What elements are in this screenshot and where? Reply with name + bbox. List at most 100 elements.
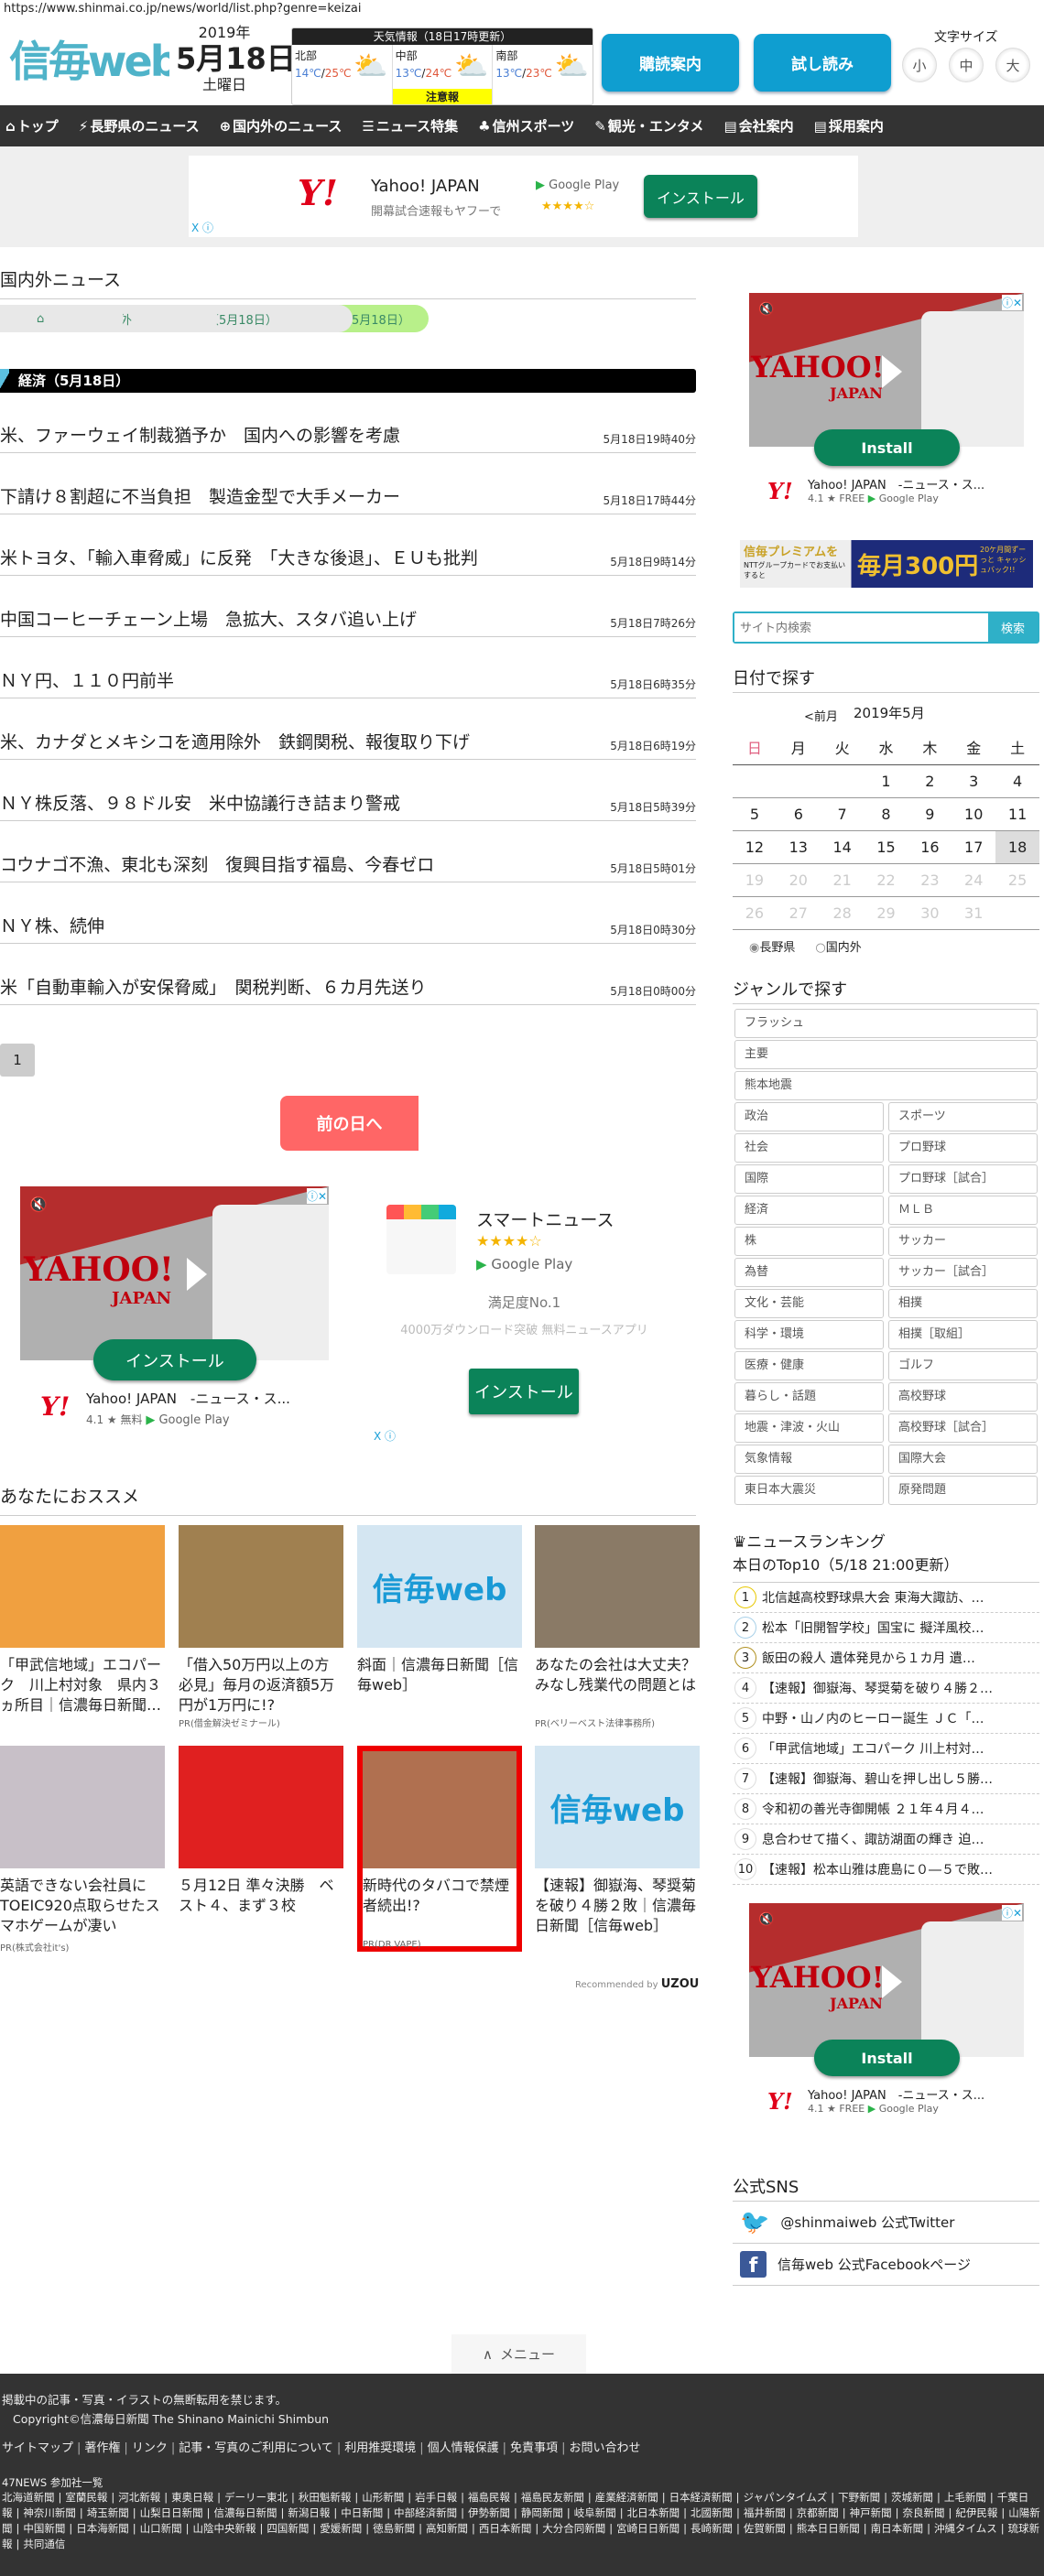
genre-button[interactable]: 暮らし・話題 [734, 1382, 884, 1412]
news-title[interactable]: コウナゴ不漁、東北も深刻 復興目指す福島、今春ゼロ [0, 851, 434, 876]
nav-item[interactable]: ▤ 採用案内 [814, 116, 884, 135]
member-link[interactable]: 大分合同新聞 [542, 2522, 605, 2535]
ranking-item[interactable]: 8 令和初の善光寺御開帳 ２１年４月４… [733, 1794, 1039, 1824]
calendar-day[interactable]: 13 [777, 831, 821, 863]
member-link[interactable]: 長崎新聞 [691, 2522, 733, 2535]
member-link[interactable]: 日本経済新聞 [669, 2491, 733, 2504]
genre-button[interactable]: プロ野球 [888, 1133, 1038, 1163]
news-item[interactable]: 下請け８割超に不当負担 製造金型で大手メーカー 5月18日17時44分 [0, 453, 696, 514]
menu-toggle-button[interactable]: ∧ メニュー [451, 2334, 586, 2374]
twitter-link[interactable]: 🐦 @shinmaiweb 公式Twitter [733, 2202, 1039, 2244]
recommend-thumbnail[interactable] [363, 1751, 517, 1868]
calendar-day[interactable]: 17 [952, 831, 995, 863]
recommend-card[interactable]: 「借入50万円以上の方必見」毎月の返済額5万円が1万円に!? PR(借金解決ゼミナ… [179, 1525, 343, 1729]
recommend-thumbnail[interactable] [179, 1746, 343, 1868]
recommend-card[interactable]: 信毎web 【速報】御嶽海、琴奨菊を破り４勝２敗｜信濃毎日新聞［信毎web］ [535, 1746, 700, 1952]
recommended-by[interactable]: Recommended by UZOU [575, 1977, 699, 1991]
genre-button[interactable]: 為替 [734, 1258, 884, 1287]
footer-link[interactable]: 記事・写真のご利用について [179, 2441, 333, 2455]
breadcrumb-home[interactable]: ⌂ [0, 305, 124, 332]
footer-link[interactable]: 利用推奨環境 [344, 2441, 416, 2455]
genre-button[interactable]: 高校野球 [888, 1382, 1038, 1412]
radio-domestic-intl[interactable]: ○国内外 [815, 941, 861, 955]
member-link[interactable]: 沖縄タイムス [934, 2522, 997, 2535]
genre-button[interactable]: スポーツ [888, 1102, 1038, 1131]
member-link[interactable]: 北國新聞 [691, 2506, 733, 2519]
member-link[interactable]: 山形新聞 [362, 2491, 404, 2504]
ranking-item[interactable]: 2 松本「旧開智学校」国宝に 擬洋風校… [733, 1613, 1039, 1643]
site-logo[interactable]: 信毎web [9, 37, 169, 86]
genre-button[interactable]: サッカー [888, 1227, 1038, 1256]
weather-widget[interactable]: 天気情報（18日17時更新） 北部 14℃/25℃ ⛅ 中部 13℃/24℃ ⛅ 注意報 南部… [291, 27, 593, 105]
radio-icon[interactable]: ◉ [749, 941, 759, 955]
genre-button[interactable]: 気象情報 [734, 1445, 884, 1474]
member-link[interactable]: 静岡新聞 [521, 2506, 563, 2519]
ranking-title[interactable]: 【速報】松本山雅は鹿島に０―５で敗… [762, 1860, 993, 1878]
mute-icon[interactable]: 🔇 [29, 1196, 48, 1213]
recommend-card[interactable]: 新時代のタバコで禁煙者続出!? PR(DR.VAPE) [357, 1746, 522, 1952]
member-link[interactable]: 産業経済新聞 [595, 2491, 658, 2504]
adchoices-icon[interactable]: ⓘ✕ [1001, 295, 1022, 310]
url-bar[interactable]: https://www.shinmai.co.jp/news/world/lis… [4, 2, 362, 16]
calendar-day[interactable]: 8 [865, 798, 908, 830]
genre-button[interactable]: プロ野球［試合］ [888, 1164, 1038, 1194]
recommend-thumbnail[interactable] [0, 1746, 165, 1868]
member-link[interactable]: 佐賀新聞 [744, 2522, 786, 2535]
calendar-day[interactable]: 2 [908, 765, 952, 797]
ranking-item[interactable]: 9 息合わせて描く、諏訪湖面の輝き 迫… [733, 1824, 1039, 1855]
member-link[interactable]: 神戸新聞 [850, 2506, 892, 2519]
member-link[interactable]: 河北新報 [118, 2491, 160, 2504]
member-link[interactable]: 東奥日報 [171, 2491, 213, 2504]
news-title[interactable]: ＮＹ株、続伸 [0, 913, 104, 937]
genre-button[interactable]: 国際 [734, 1164, 884, 1194]
member-link[interactable]: 福島民報 [468, 2491, 510, 2504]
member-link[interactable]: 日本海新聞 [76, 2522, 129, 2535]
footer-link[interactable]: お問い合わせ [569, 2441, 640, 2455]
member-link[interactable]: 北日本新聞 [627, 2506, 680, 2519]
footer-link[interactable]: 免責事項 [510, 2441, 558, 2455]
calendar-day[interactable]: 5 [733, 798, 777, 830]
member-link[interactable]: 中日新聞 [341, 2506, 383, 2519]
ranking-title[interactable]: 「甲武信地域」エコパーク 川上村対… [762, 1739, 984, 1758]
ranking-title[interactable]: 北信越高校野球県大会 東海大諏訪、… [762, 1588, 984, 1607]
recommend-caption[interactable]: 斜面｜信濃毎日新聞［信毎web］ [357, 1655, 522, 1716]
recommend-caption[interactable]: 「借入50万円以上の方必見」毎月の返済額5万円が1万円に!? [179, 1655, 343, 1716]
nav-item[interactable]: ☰ ニュース特集 [362, 116, 458, 135]
member-link[interactable]: 中部経済新聞 [394, 2506, 457, 2519]
member-link[interactable]: デーリー東北 [224, 2491, 288, 2504]
sidebar-ad-video[interactable]: YAHOO! JAPAN 🔇 ⓘ✕ [749, 293, 1024, 447]
news-item[interactable]: 米トヨタ、「輸入車脅威」に反発 「大きな後退」、ＥＵも批判 5月18日9時14分 [0, 514, 696, 576]
genre-button[interactable]: ゴルフ [888, 1351, 1038, 1380]
genre-button[interactable]: フラッシュ [734, 1009, 1038, 1038]
nav-item[interactable]: ⌂ トップ [5, 116, 59, 135]
weather-region[interactable]: 南部 13℃/23℃ ⛅ [493, 45, 593, 104]
sidebar-ad-2-install-button[interactable]: Install [814, 2040, 960, 2076]
recommend-thumbnail[interactable]: 信毎web [357, 1525, 522, 1648]
calendar-day[interactable]: 15 [865, 831, 908, 863]
nav-item[interactable]: ♣ 信州スポーツ [478, 116, 574, 135]
news-title[interactable]: 米、カナダとメキシコを適用除外 鉄鋼関税、報復取り下げ [0, 729, 470, 753]
news-item[interactable]: ＮＹ株、続伸 5月18日0時30分 [0, 882, 696, 944]
ad-video-left[interactable]: YAHOO! JAPAN 🔇 ⓘ✕ [20, 1186, 329, 1360]
member-link[interactable]: 上毛新聞 [944, 2491, 986, 2504]
play-icon[interactable] [882, 1965, 902, 1998]
nav-item[interactable]: ⚡ 長野県のニュース [79, 116, 200, 135]
recommend-caption[interactable]: あなたの会社は大丈夫？みなし残業代の問題とは [535, 1655, 700, 1716]
member-link[interactable]: 奈良新聞 [903, 2506, 945, 2519]
member-link[interactable]: 宮崎日日新聞 [616, 2522, 680, 2535]
ranking-title[interactable]: 息合わせて描く、諏訪湖面の輝き 迫… [762, 1830, 984, 1848]
genre-button[interactable]: 熊本地震 [734, 1071, 1038, 1100]
calendar-day[interactable]: 14 [821, 831, 865, 863]
adchoices-icon[interactable]: X ⓘ [374, 1428, 396, 1444]
calendar-day[interactable]: 16 [908, 831, 952, 863]
play-icon[interactable] [882, 355, 902, 388]
member-link[interactable]: 岩手日報 [415, 2491, 457, 2504]
member-link[interactable]: 山梨日日新聞 [140, 2506, 203, 2519]
member-link[interactable]: 熊本日日新聞 [797, 2522, 860, 2535]
ranking-item[interactable]: 7 【速報】御嶽海、碧山を押し出し５勝… [733, 1764, 1039, 1794]
search-button[interactable]: 検索 [988, 613, 1038, 642]
radio-nagano[interactable]: ◉長野県 [749, 941, 795, 955]
news-title[interactable]: 下請け８割超に不当負担 製造金型で大手メーカー [0, 483, 400, 508]
recommend-card[interactable]: 信毎web 斜面｜信濃毎日新聞［信毎web］ [357, 1525, 522, 1722]
nav-item[interactable]: ⊕ 国内外のニュース [220, 116, 343, 135]
